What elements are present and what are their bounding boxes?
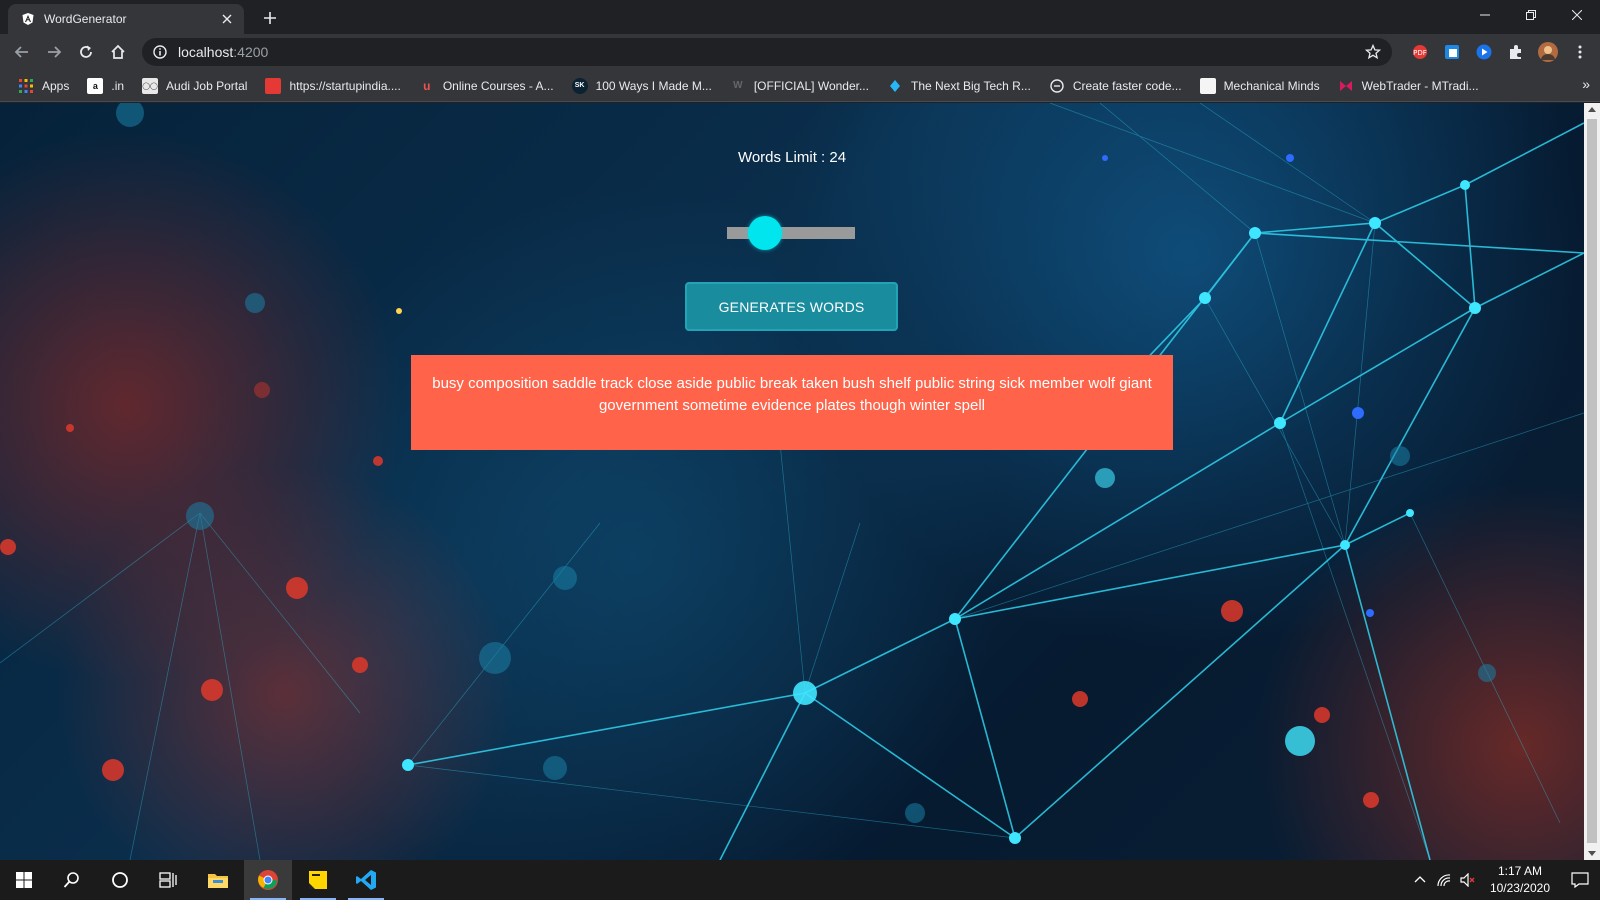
amazon-icon: a xyxy=(87,77,104,94)
webtrader-icon xyxy=(1338,78,1354,94)
bookmark-100-ways[interactable]: SK 100 Ways I Made M... xyxy=(566,74,718,98)
sticky-notes-icon[interactable] xyxy=(294,860,342,900)
bookmark-label: Audi Job Portal xyxy=(166,78,248,93)
url-host: localhost xyxy=(178,44,234,60)
chrome-taskbar-icon[interactable] xyxy=(244,860,292,900)
bookmark-label: Apps xyxy=(42,78,70,93)
profile-avatar[interactable] xyxy=(1534,38,1562,66)
bookmark-wondershare[interactable]: W [OFFICIAL] Wonder... xyxy=(724,74,875,98)
close-window-button[interactable] xyxy=(1554,0,1600,30)
sk-icon: SK xyxy=(571,77,588,94)
bookmark-webtrader[interactable]: WebTrader - MTradi... xyxy=(1332,74,1485,98)
svg-text:PDF: PDF xyxy=(1413,49,1427,57)
file-explorer-icon[interactable] xyxy=(194,860,242,900)
bookmark-label: [OFFICIAL] Wonder... xyxy=(753,78,869,93)
bookmark-label: Online Courses - A... xyxy=(442,78,554,93)
new-tab-button[interactable] xyxy=(258,6,282,30)
play-extension-icon[interactable] xyxy=(1470,38,1498,66)
page-viewport: Words Limit : 24 GENERATES WORDS busy co… xyxy=(0,103,1584,860)
back-button[interactable] xyxy=(6,36,38,68)
forward-button[interactable] xyxy=(38,36,70,68)
page-icon xyxy=(1199,77,1216,94)
bookmark-label: Mechanical Minds xyxy=(1223,78,1320,93)
bookmark-next-big-tech[interactable]: The Next Big Tech R... xyxy=(881,74,1037,98)
words-limit-slider[interactable] xyxy=(727,216,855,250)
generate-words-button[interactable]: GENERATES WORDS xyxy=(685,282,898,331)
volume-muted-icon[interactable] xyxy=(1456,860,1480,900)
search-icon[interactable] xyxy=(48,860,96,900)
network-icon[interactable] xyxy=(1432,860,1456,900)
browser-toolbar: localhost :4200 PDF xyxy=(0,34,1600,70)
tech-icon xyxy=(887,78,903,94)
notification-center-icon[interactable] xyxy=(1560,860,1600,900)
network-background xyxy=(0,103,1584,860)
apps-grid-icon xyxy=(18,78,34,94)
close-tab-icon[interactable] xyxy=(218,10,236,28)
startupindia-icon xyxy=(265,77,282,94)
bookmark-startupindia[interactable]: https://startupindia.... xyxy=(259,74,406,98)
pdf-extension-icon[interactable]: PDF xyxy=(1406,38,1434,66)
words-limit-label: Words Limit : 24 xyxy=(737,149,847,166)
bookmarks-bar: Apps a .in ◯◯ Audi Job Portal https://st… xyxy=(0,70,1600,102)
more-bookmarks-icon[interactable]: » xyxy=(1582,76,1590,92)
reload-button[interactable] xyxy=(70,36,102,68)
taskbar-clock[interactable]: 1:17 AM 10/23/2020 xyxy=(1490,863,1550,897)
bookmark-mechanical-minds[interactable]: Mechanical Minds xyxy=(1194,74,1326,98)
url-port: :4200 xyxy=(233,44,269,60)
minimize-button[interactable] xyxy=(1462,0,1508,30)
bookmark-label: https://startupindia.... xyxy=(289,78,401,93)
menu-kebab-icon[interactable] xyxy=(1566,38,1594,66)
bookmark-online-courses[interactable]: u Online Courses - A... xyxy=(413,74,560,98)
translate-extension-icon[interactable] xyxy=(1438,38,1466,66)
cortana-icon[interactable] xyxy=(96,860,144,900)
scroll-up-arrow-icon[interactable] xyxy=(1588,107,1596,112)
bookmark-apps[interactable]: Apps xyxy=(12,74,75,98)
windows-start-button[interactable] xyxy=(0,860,48,900)
angular-logo-icon xyxy=(20,11,36,27)
bookmark-label: WebTrader - MTradi... xyxy=(1361,78,1479,93)
scroll-down-arrow-icon[interactable] xyxy=(1588,851,1596,856)
clock-time: 1:17 AM xyxy=(1497,864,1542,878)
bookmark-create-faster-code[interactable]: Create faster code... xyxy=(1043,74,1188,98)
bookmark-label: Create faster code... xyxy=(1072,78,1182,93)
windows-taskbar: 1:17 AM 10/23/2020 xyxy=(0,860,1600,900)
generated-words-output: busy composition saddle track close asid… xyxy=(411,355,1173,450)
udemy-icon: u xyxy=(423,78,431,93)
bookmark-star-icon[interactable] xyxy=(1364,43,1382,61)
restore-button[interactable] xyxy=(1508,0,1554,30)
wondershare-icon: W xyxy=(733,80,743,91)
home-button[interactable] xyxy=(102,36,134,68)
browser-tab-strip: WordGenerator xyxy=(0,0,1600,34)
chevron-up-icon[interactable] xyxy=(1408,860,1432,900)
system-tray: 1:17 AM 10/23/2020 xyxy=(1408,860,1600,900)
address-bar[interactable]: localhost :4200 xyxy=(142,38,1392,66)
bookmark-audi-job-portal[interactable]: ◯◯ Audi Job Portal xyxy=(136,74,253,98)
info-icon[interactable] xyxy=(152,44,168,60)
window-controls xyxy=(1462,0,1600,30)
code-icon xyxy=(1049,78,1065,94)
bookmark-amazon[interactable]: a .in xyxy=(81,74,130,98)
page-scrollbar[interactable] xyxy=(1584,103,1600,860)
bookmark-label: 100 Ways I Made M... xyxy=(595,78,712,93)
extensions-puzzle-icon[interactable] xyxy=(1502,38,1530,66)
clock-date: 10/23/2020 xyxy=(1489,881,1550,895)
audi-icon: ◯◯ xyxy=(142,77,159,94)
scrollbar-thumb[interactable] xyxy=(1587,119,1597,843)
task-view-icon[interactable] xyxy=(144,860,192,900)
slider-track[interactable] xyxy=(727,227,855,239)
tab-title: WordGenerator xyxy=(44,12,127,26)
bookmark-label: The Next Big Tech R... xyxy=(910,78,1031,93)
bookmark-label: .in xyxy=(111,78,125,93)
extensions-area: PDF xyxy=(1406,38,1598,66)
vscode-icon[interactable] xyxy=(342,860,390,900)
tab-wordgenerator[interactable]: WordGenerator xyxy=(8,4,244,34)
